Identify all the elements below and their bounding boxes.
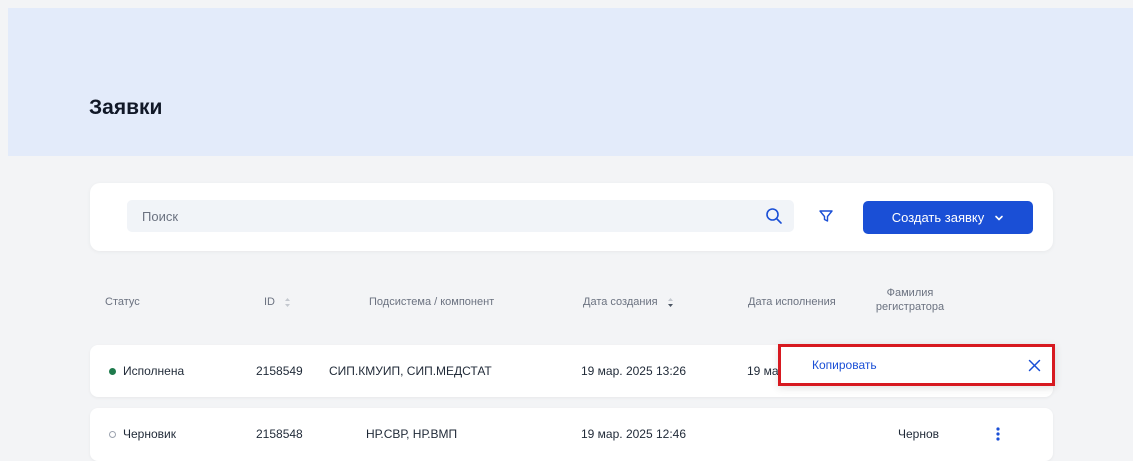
status-dot: [109, 430, 116, 438]
table-row[interactable]: Черновик 2158548 НР.СВР, НР.ВМП 19 мар. …: [90, 408, 1053, 461]
column-header-subsystem[interactable]: Подсистема / компонент: [369, 296, 494, 308]
create-request-label: Создать заявку: [891, 210, 985, 225]
status-dot: [109, 367, 116, 375]
subsystem-cell: СИП.КМУИП, СИП.МЕДСТАТ: [329, 364, 492, 378]
sort-icon[interactable]: [667, 297, 674, 308]
search-panel: Создать заявку: [90, 183, 1053, 251]
row-context-menu: Копировать: [778, 344, 1055, 386]
status-label: Исполнена: [123, 364, 185, 378]
status-cell: Черновик: [109, 408, 176, 460]
create-request-button[interactable]: Создать заявку: [863, 201, 1033, 234]
created-date-cell: 19 мар. 2025 13:26: [581, 364, 687, 378]
id-cell: 2158548: [256, 427, 303, 441]
column-header-created[interactable]: Дата создания: [583, 296, 674, 308]
kebab-icon[interactable]: [990, 408, 1006, 460]
page-header: [8, 8, 1133, 156]
search-icon[interactable]: [761, 203, 787, 229]
id-cell: 2158549: [256, 364, 303, 378]
column-header-registrar[interactable]: Фамилия регистратора: [870, 287, 950, 313]
filter-icon[interactable]: [813, 203, 839, 229]
column-header-status[interactable]: Статус: [105, 296, 140, 308]
column-header-executed[interactable]: Дата исполнения: [748, 296, 836, 308]
status-label: Черновик: [123, 427, 176, 441]
column-header-id[interactable]: ID: [264, 296, 291, 308]
sort-icon[interactable]: [284, 297, 291, 308]
status-cell: Исполнена: [109, 345, 184, 397]
close-icon[interactable]: [1024, 355, 1044, 375]
registrar-cell: Чернов: [898, 427, 940, 441]
created-date-cell: 19 мар. 2025 12:46: [581, 427, 687, 441]
page-title: Заявки: [89, 96, 163, 119]
copy-menu-item[interactable]: Копировать: [812, 358, 877, 372]
subsystem-cell: НР.СВР, НР.ВМП: [366, 427, 458, 441]
chevron-down-icon: [995, 215, 1004, 220]
search-input[interactable]: [127, 200, 794, 232]
